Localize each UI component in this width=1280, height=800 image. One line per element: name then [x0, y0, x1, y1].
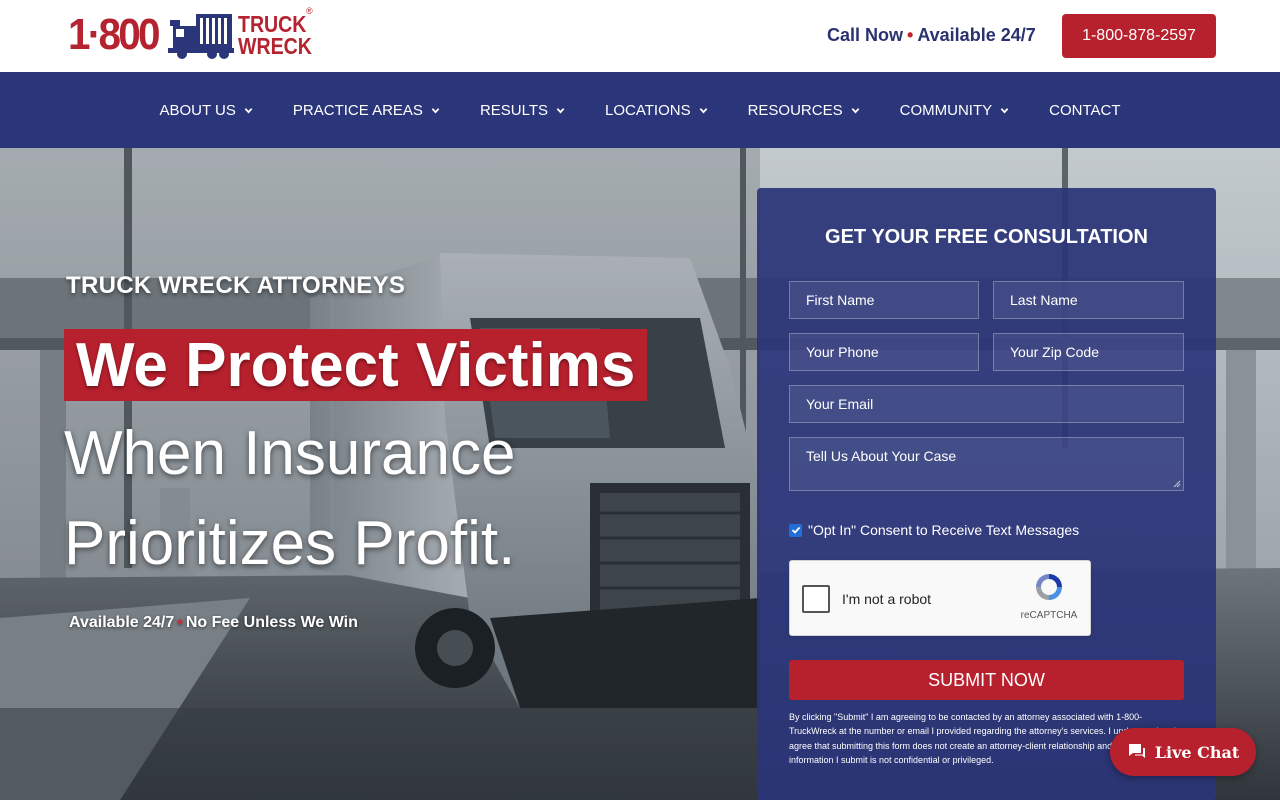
first-name-field[interactable]: First Name	[789, 281, 979, 319]
site-logo[interactable]: 1·800 TRUCK WRECK ®	[68, 6, 325, 62]
nav-item-label: COMMUNITY	[899, 101, 993, 119]
recaptcha-branding: reCAPTCHA	[1018, 571, 1080, 621]
consultation-form-panel: GET YOUR FREE CONSULTATION First Name La…	[757, 188, 1216, 800]
separator-dot: •	[907, 25, 914, 45]
recaptcha-widget: I'm not a robot reCAPTCHA	[789, 560, 1091, 636]
hero-subline: Available 24/7 • No Fee Unless We Win	[69, 614, 358, 632]
chat-bubble-icon	[1128, 744, 1145, 758]
email-placeholder: Your Email	[806, 396, 874, 412]
hero-sub-nofee: No Fee Unless We Win	[185, 614, 358, 631]
optin-consent[interactable]: "Opt In" Consent to Receive Text Message…	[789, 522, 1079, 538]
submit-button[interactable]: SUBMIT NOW	[789, 660, 1184, 700]
recaptcha-checkbox[interactable]	[802, 585, 830, 613]
recaptcha-logo-icon	[1036, 574, 1062, 600]
chevron-down-icon	[699, 107, 707, 113]
truck-logo-icon	[167, 14, 234, 59]
nav-item-resources[interactable]: RESOURCES	[748, 102, 860, 119]
nav-item-label: PRACTICE AREAS	[292, 101, 423, 119]
nav-item-locations[interactable]: LOCATIONS	[605, 102, 708, 119]
zip-code-field[interactable]: Your Zip Code	[993, 333, 1184, 371]
checkmark-icon	[791, 526, 800, 534]
site-header: 1·800 TRUCK WRECK ® Call Now • Available 2…	[0, 0, 1280, 72]
live-chat-button[interactable]: Live Chat	[1110, 728, 1256, 776]
nav-item-label: ABOUT US	[159, 101, 236, 119]
registered-mark: ®	[306, 6, 313, 16]
hero-headline-line2: When Insurance	[64, 419, 516, 488]
case-placeholder: Tell Us About Your Case	[806, 448, 957, 464]
phone-field[interactable]: Your Phone	[789, 333, 979, 371]
optin-checkbox[interactable]	[789, 523, 802, 537]
hero-highlight-text: We Protect Victims	[76, 330, 636, 400]
logo-number: 1·800	[68, 10, 160, 59]
logo-word-wreck: WRECK	[237, 33, 312, 59]
recaptcha-label: I'm not a robot	[842, 591, 932, 607]
logo-word-truck: TRUCK	[237, 11, 306, 37]
phone-call-button[interactable]: 1-800-878-2597	[1062, 14, 1216, 58]
last-name-placeholder: Last Name	[1010, 292, 1078, 308]
recaptcha-brand-label: reCAPTCHA	[1020, 610, 1078, 621]
hero-highlight-banner: We Protect Victims	[64, 329, 648, 401]
form-title: GET YOUR FREE CONSULTATION	[825, 226, 1148, 248]
resize-handle-icon[interactable]	[1173, 480, 1181, 488]
email-field[interactable]: Your Email	[789, 385, 1184, 423]
chevron-down-icon	[244, 107, 253, 113]
available-label: Available 24/7	[917, 25, 1036, 45]
call-now-label: Call Now	[827, 25, 904, 45]
chevron-down-icon	[851, 107, 859, 113]
logo-wordmark: TRUCK WRECK	[237, 11, 325, 59]
main-nav: ABOUT US PRACTICE AREAS RESULTS LOCATIONS RE…	[0, 72, 1280, 148]
hero-eyebrow: TRUCK WRECK ATTORNEYS	[66, 272, 406, 299]
nav-item-practice-areas[interactable]: PRACTICE AREAS	[293, 102, 440, 119]
hero-headline-line3: Prioritizes Profit.	[64, 509, 516, 578]
call-now-text: Call Now • Available 24/7	[827, 25, 1036, 46]
live-chat-label: Live Chat	[1154, 742, 1240, 762]
chevron-down-icon	[431, 107, 440, 113]
separator-dot: •	[177, 614, 183, 631]
chevron-down-icon	[556, 107, 565, 113]
case-details-textarea[interactable]: Tell Us About Your Case	[789, 437, 1184, 491]
nav-item-results[interactable]: RESULTS	[480, 102, 565, 119]
phone-placeholder: Your Phone	[806, 344, 879, 360]
nav-item-contact[interactable]: CONTACT	[1049, 102, 1120, 119]
optin-label: "Opt In" Consent to Receive Text Message…	[808, 522, 1080, 538]
nav-item-label: LOCATIONS	[605, 101, 691, 119]
nav-item-label: CONTACT	[1049, 101, 1121, 119]
nav-item-about-us[interactable]: ABOUT US	[159, 101, 253, 119]
nav-item-label: RESOURCES	[747, 101, 843, 119]
first-name-placeholder: First Name	[806, 292, 875, 308]
nav-item-label: RESULTS	[479, 101, 549, 119]
last-name-field[interactable]: Last Name	[993, 281, 1184, 319]
nav-item-community[interactable]: COMMUNITY	[900, 102, 1010, 119]
hero-sub-available: Available 24/7	[69, 614, 175, 631]
zip-placeholder: Your Zip Code	[1010, 344, 1099, 360]
chevron-down-icon	[1000, 107, 1009, 113]
